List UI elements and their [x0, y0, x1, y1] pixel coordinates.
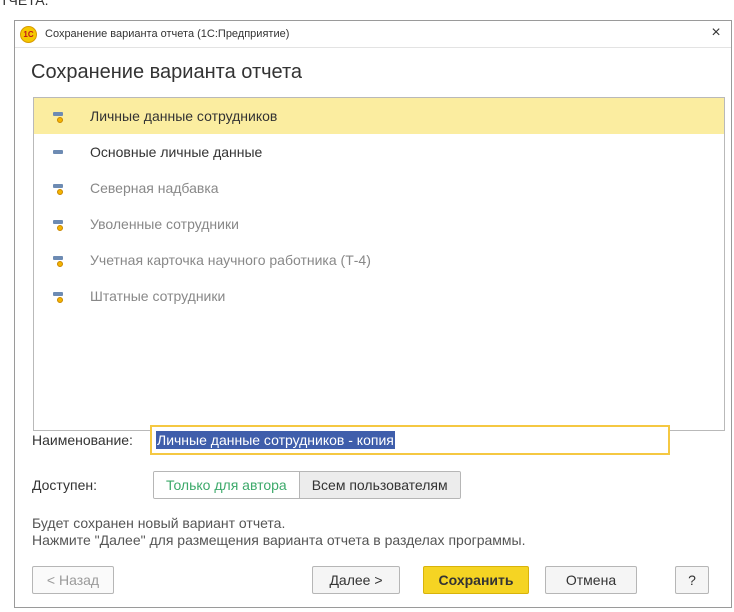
- list-item[interactable]: Северная надбавка: [34, 170, 724, 206]
- name-row: Наименование: Личные данные сотрудников …: [32, 425, 670, 455]
- name-label: Наименование:: [32, 432, 133, 448]
- list-item-label: Штатные сотрудники: [90, 288, 226, 304]
- variant-user-icon: [52, 217, 66, 231]
- variant-user-icon: [52, 181, 66, 195]
- option-author-only[interactable]: Только для автора: [154, 472, 299, 498]
- list-item[interactable]: Личные данные сотрудников: [34, 98, 724, 134]
- back-button[interactable]: < Назад: [32, 566, 114, 594]
- availability-toggle: Только для автора Всем пользователям: [153, 471, 461, 499]
- close-button[interactable]: ×: [707, 24, 725, 42]
- variant-standard-icon: [52, 145, 66, 159]
- dialog-window: 1С Сохранение варианта отчета (1С:Предпр…: [14, 20, 732, 608]
- background-text: ТЧЕТА.: [0, 0, 49, 8]
- variant-user-icon: [52, 109, 66, 123]
- name-input-value: Личные данные сотрудников - копия: [156, 431, 395, 449]
- option-all-users[interactable]: Всем пользователям: [298, 472, 460, 498]
- info-text: Будет сохранен новый вариант отчета. Наж…: [32, 515, 525, 549]
- list-item[interactable]: Учетная карточка научного работника (Т-4…: [34, 242, 724, 278]
- variant-list[interactable]: Личные данные сотрудников Основные личны…: [33, 97, 725, 431]
- variant-user-icon: [52, 289, 66, 303]
- app-logo-icon: 1С: [20, 25, 37, 43]
- cancel-button[interactable]: Отмена: [545, 566, 637, 594]
- list-item[interactable]: Штатные сотрудники: [34, 278, 724, 314]
- help-button[interactable]: ?: [675, 566, 709, 594]
- variant-user-icon: [52, 253, 66, 267]
- window-title: Сохранение варианта отчета (1С:Предприят…: [45, 28, 290, 40]
- title-bar: 1С Сохранение варианта отчета (1С:Предпр…: [15, 21, 731, 48]
- list-item-label: Учетная карточка научного работника (Т-4…: [90, 252, 371, 268]
- availability-row: Доступен: Только для автора Всем пользов…: [32, 471, 461, 499]
- list-item[interactable]: Уволенные сотрудники: [34, 206, 724, 242]
- list-item-label: Личные данные сотрудников: [90, 108, 278, 124]
- list-item-label: Северная надбавка: [90, 180, 219, 196]
- save-button[interactable]: Сохранить: [423, 566, 529, 594]
- name-input[interactable]: Личные данные сотрудников - копия: [150, 425, 670, 455]
- list-item[interactable]: Основные личные данные: [34, 134, 724, 170]
- list-item-label: Основные личные данные: [90, 144, 263, 160]
- next-button[interactable]: Далее >: [312, 566, 400, 594]
- availability-label: Доступен:: [32, 477, 97, 493]
- page-title: Сохранение варианта отчета: [31, 61, 303, 83]
- list-item-label: Уволенные сотрудники: [90, 216, 239, 232]
- info-line-1: Будет сохранен новый вариант отчета.: [32, 515, 286, 531]
- info-line-2: Нажмите "Далее" для размещения варианта …: [32, 532, 526, 548]
